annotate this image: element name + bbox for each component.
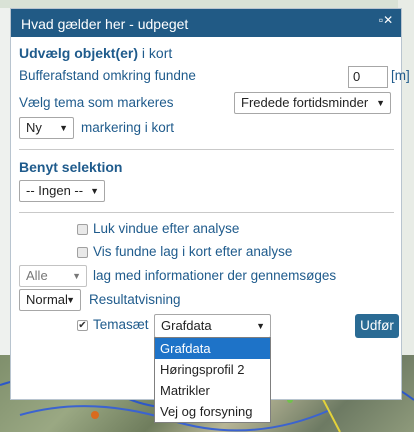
- layers-label: lag med informationer der gennemsøges: [93, 268, 337, 283]
- close-window-label: Luk vindue efter analyse: [93, 221, 240, 236]
- show-layer-checkbox[interactable]: [77, 247, 88, 258]
- minimize-close-icon[interactable]: ▫✕: [377, 13, 395, 27]
- select-objects-heading: Udvælg objekt(er) i kort: [19, 45, 172, 61]
- temaset-checkbox[interactable]: ✔: [77, 320, 88, 331]
- selection-select-value: -- Ingen --: [26, 183, 84, 198]
- tema-label: Vælg tema som markeres: [19, 95, 174, 110]
- buffer-input[interactable]: 0: [348, 66, 388, 88]
- marker-select-value: Ny: [26, 120, 42, 135]
- dropdown-option[interactable]: Høringsprofil 2: [155, 359, 270, 380]
- chevron-down-icon: ▼: [59, 123, 68, 133]
- select-objects-heading-thin: i kort: [138, 45, 173, 61]
- result-select[interactable]: Normal ▼: [19, 289, 81, 311]
- select-objects-heading-bold: Udvælg objekt(er): [19, 45, 139, 61]
- dropdown-option[interactable]: Vej og forsyning: [155, 401, 270, 422]
- marker-select[interactable]: Ny ▼: [19, 117, 74, 139]
- temaset-dropdown-list: Grafdata Høringsprofil 2 Matrikler Vej o…: [154, 337, 271, 423]
- chevron-down-icon: ▼: [72, 271, 81, 281]
- chevron-down-icon: ▼: [90, 186, 99, 196]
- result-select-value: Normal: [26, 292, 68, 307]
- map-strip-top: [0, 0, 414, 8]
- show-layer-label: Vis fundne lag i kort efter analyse: [93, 244, 293, 259]
- buffer-unit: [m]: [391, 68, 410, 83]
- dialog-titlebar[interactable]: Hvad gælder her - udpeget ▫✕: [11, 9, 401, 37]
- marker-label: markering i kort: [81, 120, 175, 135]
- layers-select[interactable]: Alle ▼: [19, 265, 87, 287]
- dropdown-option[interactable]: Grafdata: [155, 338, 270, 359]
- chevron-down-icon: ▼: [66, 295, 75, 305]
- temaset-label: Temasæt: [93, 317, 149, 332]
- selection-heading: Benyt selektion: [19, 159, 123, 175]
- divider: [19, 212, 394, 213]
- dropdown-option[interactable]: Matrikler: [155, 380, 270, 401]
- chevron-down-icon: ▼: [376, 98, 385, 108]
- dialog-title: Hvad gælder her - udpeget: [21, 16, 189, 32]
- close-window-checkbox[interactable]: [77, 224, 88, 235]
- divider: [19, 149, 394, 150]
- tema-select-value: Fredede fortidsminder: [241, 95, 369, 110]
- buffer-label: Bufferafstand omkring fundne: [19, 68, 196, 83]
- run-button[interactable]: Udfør: [355, 314, 399, 338]
- chevron-down-icon: ▼: [256, 321, 265, 331]
- temaset-select[interactable]: Grafdata ▼: [154, 314, 271, 338]
- selection-select[interactable]: -- Ingen -- ▼: [19, 180, 105, 202]
- result-label: Resultatvisning: [89, 292, 181, 307]
- analysis-dialog: Hvad gælder her - udpeget ▫✕ Udvælg obje…: [10, 8, 410, 423]
- temaset-select-value: Grafdata: [161, 318, 212, 333]
- tema-select[interactable]: Fredede fortidsminder ▼: [234, 92, 391, 114]
- layers-select-value: Alle: [26, 268, 48, 283]
